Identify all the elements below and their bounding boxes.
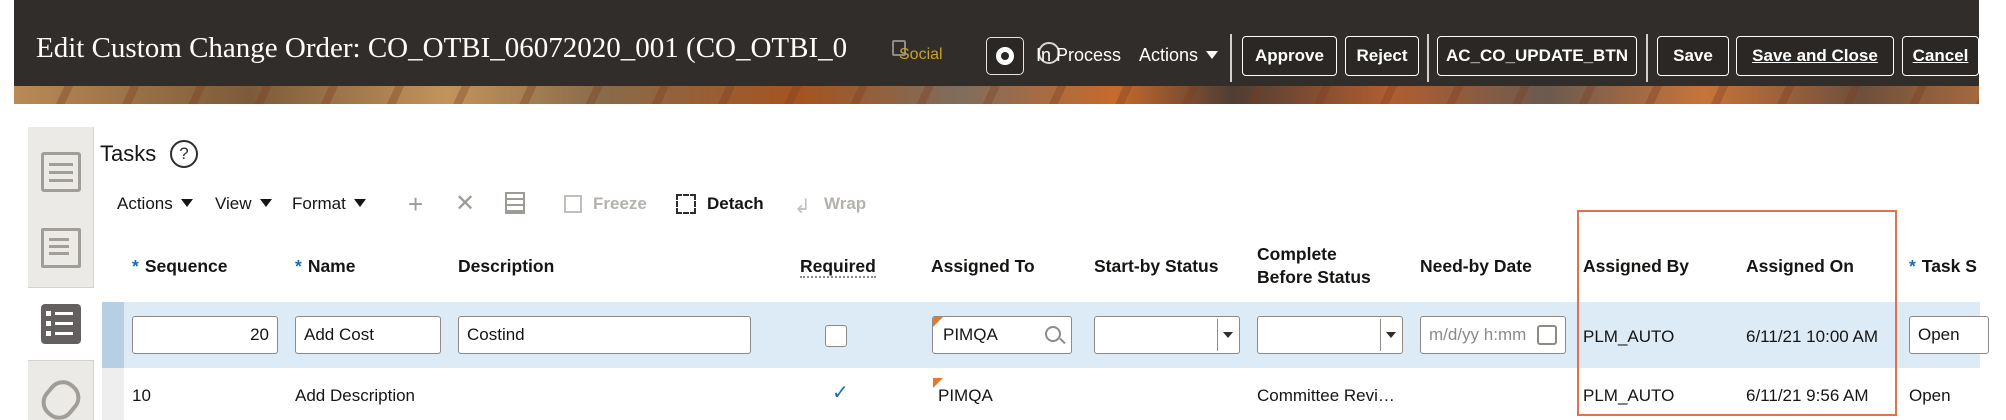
required-indicator: * xyxy=(295,256,302,276)
rail-item-attachments[interactable] xyxy=(28,363,94,420)
rail-item-tasks[interactable] xyxy=(28,287,94,361)
list-icon xyxy=(41,152,81,192)
cancel-button[interactable]: Cancel xyxy=(1902,36,1979,76)
toolbar-actions-label: Actions xyxy=(117,194,173,213)
row-selector[interactable] xyxy=(102,368,124,420)
chevron-down-icon[interactable] xyxy=(1217,319,1237,351)
column-header-name[interactable]: * Name xyxy=(295,256,355,277)
detach-icon xyxy=(676,194,696,214)
chevron-down-icon xyxy=(259,199,272,207)
refresh-button[interactable] xyxy=(986,37,1024,75)
column-header-label: Sequence xyxy=(144,256,228,276)
assigned-to-value: PIMQA xyxy=(943,325,998,344)
highlight-annotation-box xyxy=(1577,210,1897,416)
page-title: Edit Custom Change Order: CO_OTBI_060720… xyxy=(36,32,848,64)
checkmark-icon: ✓ xyxy=(832,382,849,404)
chevron-down-icon[interactable] xyxy=(1380,319,1400,351)
sequence-input[interactable]: 20 xyxy=(132,316,278,354)
wrap-button[interactable]: Wrap xyxy=(824,194,866,214)
section-title: Tasks xyxy=(100,141,157,166)
header-actions-menu[interactable]: Actions xyxy=(1139,45,1219,66)
column-header-label: Before Status xyxy=(1257,267,1371,287)
complete-before-status-cell: Committee Revi… xyxy=(1257,386,1395,405)
save-and-close-label: Save and Close xyxy=(1752,46,1878,65)
header-actions-label: Actions xyxy=(1139,45,1199,65)
description-input[interactable]: Costind xyxy=(458,316,751,354)
query-by-example-icon[interactable] xyxy=(505,192,525,214)
column-header-label: Task S xyxy=(1921,256,1977,276)
column-header-label: Complete xyxy=(1257,244,1337,264)
complete-before-status-select[interactable] xyxy=(1257,316,1403,354)
row-selector[interactable] xyxy=(102,302,124,368)
add-row-icon[interactable]: + xyxy=(408,191,423,217)
wrap-icon: ↲ xyxy=(794,196,811,218)
detach-button[interactable]: Detach xyxy=(707,194,764,214)
column-header-label: Name xyxy=(307,256,356,276)
toolbar-format-menu[interactable]: Format xyxy=(292,194,366,214)
toolbar-view-menu[interactable]: View xyxy=(215,194,272,214)
name-cell: Add Description xyxy=(295,386,416,405)
column-header-need-by-date[interactable]: Need-by Date xyxy=(1420,256,1532,277)
sequence-cell: 10 xyxy=(132,386,151,405)
header-divider xyxy=(1230,34,1232,82)
search-icon[interactable] xyxy=(1045,326,1061,342)
delete-row-icon[interactable]: ✕ xyxy=(455,192,475,216)
column-header-complete-before-status[interactable]: Complete Before Status xyxy=(1257,244,1371,288)
column-header-description[interactable]: Description xyxy=(458,256,554,277)
required-indicator: * xyxy=(132,256,139,276)
save-button[interactable]: Save xyxy=(1657,36,1729,76)
freeze-button[interactable]: Freeze xyxy=(593,194,647,214)
rail-item-details[interactable] xyxy=(28,211,94,285)
assigned-to-cell: PIMQA xyxy=(938,386,993,405)
reject-button[interactable]: Reject xyxy=(1345,36,1419,76)
column-header-label: Required xyxy=(800,256,876,278)
toolbar-format-label: Format xyxy=(292,194,346,213)
save-and-close-button[interactable]: Save and Close xyxy=(1736,36,1894,76)
rail-item-overview[interactable] xyxy=(28,135,94,209)
custom-update-button[interactable]: AC_CO_UPDATE_BTN xyxy=(1437,36,1637,76)
need-by-date-input[interactable]: m/d/yy h:mm xyxy=(1420,316,1566,354)
task-status-select[interactable]: Open xyxy=(1909,316,1989,354)
column-header-assigned-to[interactable]: Assigned To xyxy=(931,256,1035,277)
toolbar-view-label: View xyxy=(215,194,252,213)
start-by-status-select[interactable] xyxy=(1094,316,1240,354)
required-checkbox[interactable] xyxy=(825,325,847,347)
status-text: In Process xyxy=(1036,45,1122,65)
task-list-icon xyxy=(41,304,81,344)
help-icon[interactable]: ? xyxy=(170,140,198,168)
chevron-down-icon xyxy=(180,199,193,207)
approve-button[interactable]: Approve xyxy=(1242,36,1337,76)
refresh-icon xyxy=(996,47,1014,65)
name-input[interactable]: Add Cost xyxy=(295,316,441,354)
column-header-sequence[interactable]: * Sequence xyxy=(132,256,228,277)
calendar-icon[interactable] xyxy=(1537,325,1557,345)
header-divider xyxy=(1427,34,1429,82)
need-by-date-placeholder: m/d/yy h:mm xyxy=(1429,325,1527,344)
assigned-to-input[interactable]: PIMQA xyxy=(932,316,1072,354)
task-status-cell: Open xyxy=(1909,386,1951,405)
page-header: Edit Custom Change Order: CO_OTBI_060720… xyxy=(14,0,1979,104)
toolbar-actions-menu[interactable]: Actions xyxy=(117,194,193,214)
edit-note-icon xyxy=(41,228,81,268)
changed-indicator xyxy=(933,317,943,327)
side-panel-rail xyxy=(28,127,94,420)
column-header-start-by-status[interactable]: Start-by Status xyxy=(1094,256,1218,277)
header-divider xyxy=(1646,34,1648,82)
social-link[interactable]: Social xyxy=(899,46,943,64)
chevron-down-icon xyxy=(1206,51,1219,59)
required-indicator: * xyxy=(1909,256,1916,276)
column-header-task-status[interactable]: * Task S xyxy=(1909,256,1977,277)
column-header-required[interactable]: Required xyxy=(800,256,876,278)
cancel-label: Cancel xyxy=(1912,46,1969,65)
chevron-down-icon xyxy=(353,199,366,207)
freeze-icon xyxy=(564,195,582,213)
paperclip-icon xyxy=(35,373,87,420)
